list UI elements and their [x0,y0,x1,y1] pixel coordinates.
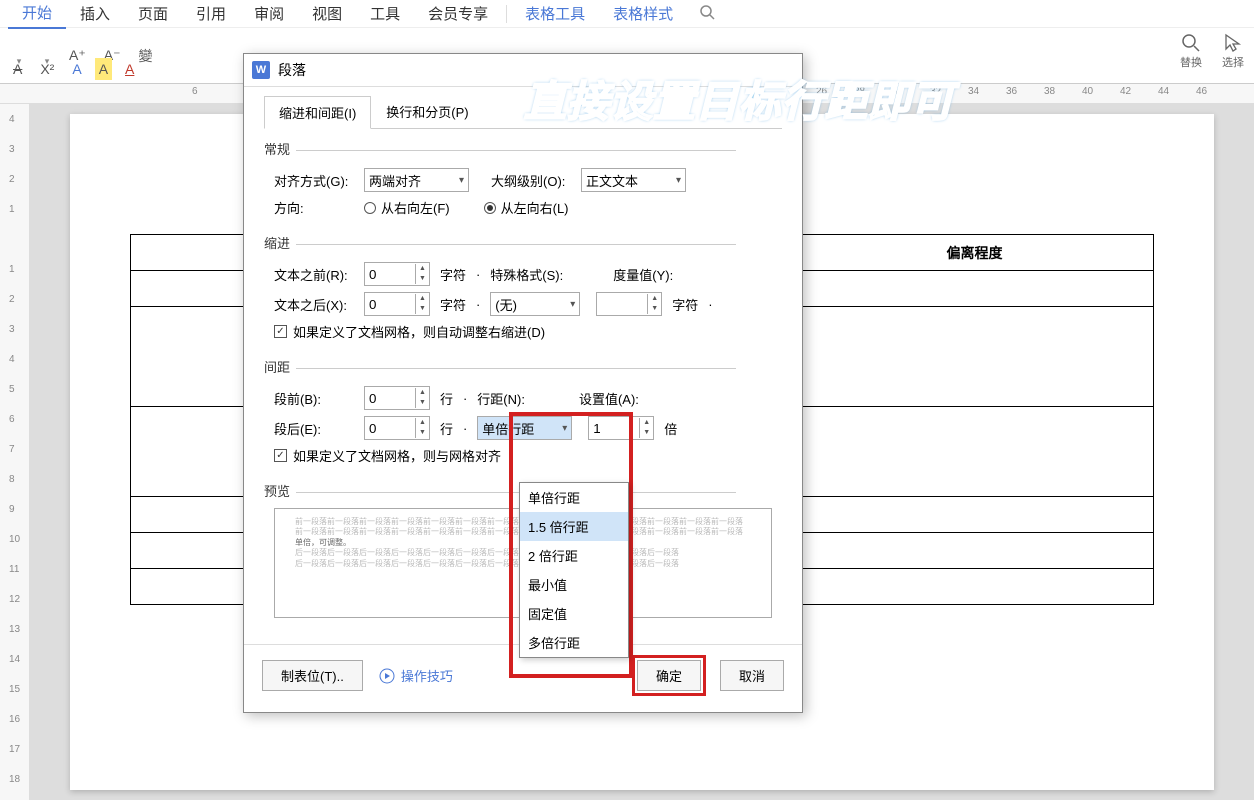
after-text-label: 文本之后(X): [274,295,354,314]
ltr-radio[interactable]: 从左向右(L) [484,198,569,217]
tab-review[interactable]: 审阅 [240,0,298,28]
replace-label: 替换 [1180,54,1202,70]
special-format-label: 特殊格式(S): [490,265,563,284]
ok-button[interactable]: 确定 [637,660,701,691]
annotation-text: 直接设置目标行距即可 [524,68,954,129]
dropdown-option[interactable]: 固定值 [520,599,628,628]
font-effect-button[interactable]: A [67,58,86,80]
tips-link[interactable]: 操作技巧 [379,666,453,685]
tab-indent-spacing[interactable]: 缩进和间距(I) [264,96,371,129]
dropdown-option[interactable]: 最小值 [520,570,628,599]
tab-view[interactable]: 视图 [298,0,356,28]
tab-home[interactable]: 开始 [8,0,66,29]
auto-indent-checkbox[interactable]: 如果定义了文档网格，则自动调整右缩进(D) [274,322,545,341]
cancel-button[interactable]: 取消 [720,660,784,691]
highlight-button[interactable]: A [95,58,112,80]
after-para-label: 段后(E): [274,419,354,438]
after-text-spinner[interactable]: ▲▼ [364,292,430,316]
indent-group: 缩进 [264,223,782,256]
table-header: 偏离程度 [795,235,1153,271]
line-spacing-label: 行距(N): [477,389,525,408]
ruler-tick: 36 [1006,86,1017,97]
before-text-spinner[interactable]: ▲▼ [364,262,430,286]
after-para-input[interactable] [365,419,415,438]
set-value-label: 设置值(A): [579,389,639,408]
outline-label: 大纲级别(O): [491,171,571,190]
tab-line-page-breaks[interactable]: 换行和分页(P) [371,95,483,128]
separator [506,5,507,23]
before-para-input[interactable] [365,389,415,408]
after-para-spinner[interactable]: ▲▼ [364,416,430,440]
tab-reference[interactable]: 引用 [182,0,240,28]
app-icon: W [252,61,270,79]
dropdown-option[interactable]: 1.5 倍行距 [520,512,628,541]
superscript-button[interactable]: X² [35,58,59,80]
tab-insert[interactable]: 插入 [66,0,124,28]
rtl-radio[interactable]: 从右向左(F) [364,198,450,217]
set-value-spinner[interactable]: ▲▼ [588,416,654,440]
tab-page[interactable]: 页面 [124,0,182,28]
alignment-select[interactable]: 两端对齐 [364,168,469,192]
tab-stops-button[interactable]: 制表位(T).. [262,660,363,691]
alignment-label: 对齐方式(G): [274,171,354,190]
ruler-tick: 6 [192,86,198,97]
measure-label: 度量值(Y): [613,265,673,284]
tab-tools[interactable]: 工具 [356,0,414,28]
ruler-tick: 44 [1158,86,1169,97]
special-format-select[interactable]: (无) [490,292,580,316]
select-label: 选择 [1222,54,1244,70]
dropdown-option[interactable]: 单倍行距 [520,483,628,512]
font-color-button[interactable]: A [120,58,139,80]
find-replace-button[interactable]: 替换 [1180,32,1202,70]
spacing-group: 间距 [264,347,782,380]
grid-align-checkbox[interactable]: 如果定义了文档网格，则与网格对齐 [274,446,501,465]
tab-member[interactable]: 会员专享 [414,0,502,28]
menu-bar: 开始 插入 页面 引用 审阅 视图 工具 会员专享 表格工具 表格样式 [0,0,1254,28]
ruler-tick: 40 [1082,86,1093,97]
ruler-tick: 42 [1120,86,1131,97]
dialog-title: 段落 [278,60,306,80]
ruler-tick: 46 [1196,86,1207,97]
ruler-tick: 34 [968,86,979,97]
vertical-ruler: 4 3 2 1 1 2 3 4 5 6 7 8 9 10 11 12 13 14… [0,104,30,800]
before-para-label: 段前(B): [274,389,354,408]
strike-button[interactable]: A [8,58,27,80]
measure-input[interactable] [597,295,647,314]
tab-table-tools[interactable]: 表格工具 [511,0,599,28]
tab-table-style[interactable]: 表格样式 [599,0,687,28]
before-text-label: 文本之前(R): [274,265,354,284]
play-icon [379,668,395,684]
ruler-tick: 38 [1044,86,1055,97]
dropdown-option[interactable]: 多倍行距 [520,628,628,657]
before-para-spinner[interactable]: ▲▼ [364,386,430,410]
measure-spinner[interactable]: ▲▼ [596,292,662,316]
line-spacing-select[interactable]: 单倍行距 [477,416,572,440]
direction-label: 方向: [274,198,354,217]
search-icon[interactable] [699,4,715,23]
general-group: 常规 [264,129,782,162]
select-button[interactable]: 选择 [1222,32,1244,70]
set-value-input[interactable] [589,419,639,438]
after-text-input[interactable] [365,295,415,314]
dropdown-option[interactable]: 2 倍行距 [520,541,628,570]
before-text-input[interactable] [365,265,415,284]
line-spacing-dropdown[interactable]: 单倍行距 1.5 倍行距 2 倍行距 最小值 固定值 多倍行距 [519,482,629,658]
outline-select[interactable]: 正文文本 [581,168,686,192]
